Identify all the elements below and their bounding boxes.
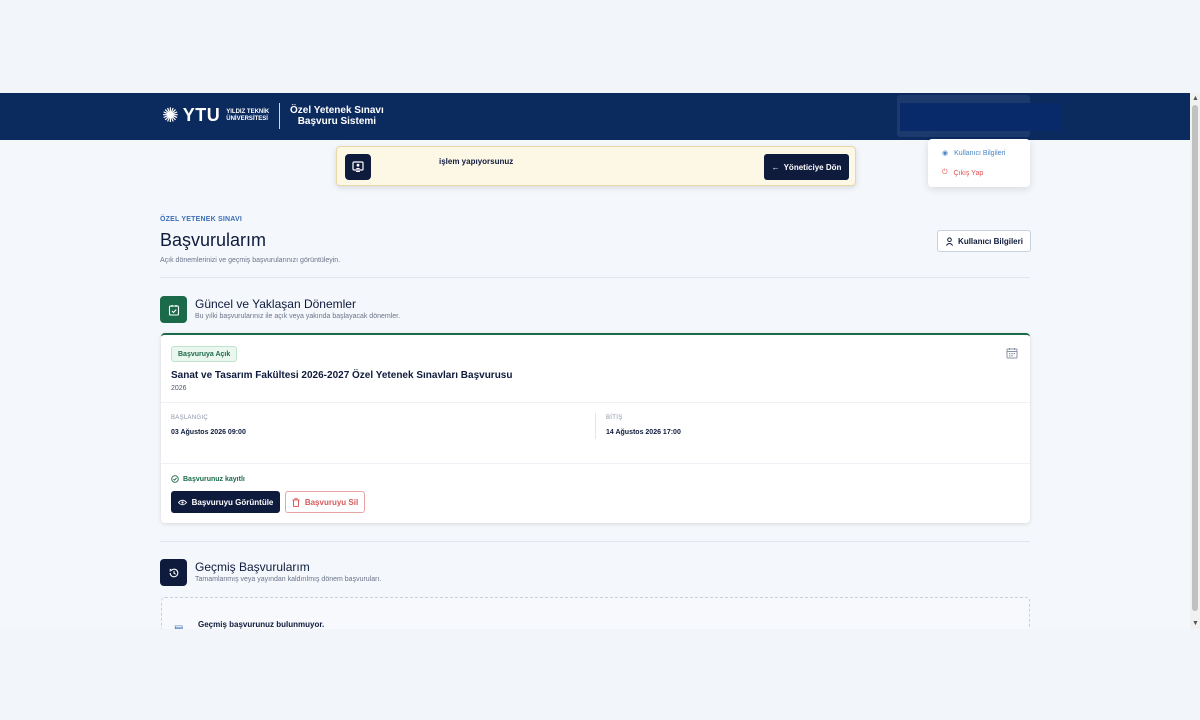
system-title-line1: Özel Yetenek Sınavı <box>290 105 384 116</box>
view-application-label: Başvuruyu Görüntüle <box>191 497 274 507</box>
delete-application-button[interactable]: Başvuruyu Sil <box>285 491 365 513</box>
app-viewport: ✺ YTU YILDIZ TEKNİK ÜNİVERSİTESİ Özel Ye… <box>0 93 1190 629</box>
menu-item-user-info-label: Kullanıcı Bilgileri <box>954 149 1006 157</box>
menu-item-logout[interactable]: ⏻ Çıkış Yap <box>942 169 983 177</box>
back-to-admin-button[interactable]: ← Yöneticiye Dön <box>764 154 849 180</box>
page-subtitle: Açık dönemlerinizi ve geçmiş başvuruları… <box>160 257 341 264</box>
user-dropdown-menu: ◉ Kullanıcı Bilgileri ⏻ Çıkış Yap <box>928 139 1030 187</box>
delete-application-label: Başvuruyu Sil <box>304 497 359 507</box>
period-card: Başvuruya Açık Sanat ve Tasarım Fakültes… <box>161 333 1030 523</box>
user-screen-icon <box>345 154 371 180</box>
empty-past-text: Geçmiş başvurunuz bulunmuyor. <box>198 620 325 629</box>
period-title: Sanat ve Tasarım Fakültesi 2026-2027 Öze… <box>171 370 513 381</box>
user-info-button[interactable]: Kullanıcı Bilgileri <box>937 230 1031 252</box>
calendar-check-svg <box>168 304 179 316</box>
past-section-subtitle: Tamamlanmış veya yayından kaldırılmış dö… <box>195 576 382 583</box>
menu-item-logout-label: Çıkış Yap <box>953 169 984 177</box>
top-navigation-bar: ✺ YTU YILDIZ TEKNİK ÜNİVERSİTESİ Özel Ye… <box>0 93 1190 140</box>
university-name: YILDIZ TEKNİK ÜNİVERSİTESİ <box>226 109 269 123</box>
logo-text: YTU <box>182 105 221 125</box>
ytu-star-icon: ✺ <box>162 104 179 127</box>
date-divider <box>595 413 596 439</box>
header-divider <box>160 277 1030 278</box>
user-circle-icon: ◉ <box>942 150 949 157</box>
end-date-value: 14 Ağustos 2026 17:00 <box>606 429 681 436</box>
impersonation-banner: işlem yapıyorsunuz ← Yöneticiye Dön <box>336 146 856 186</box>
logo-divider <box>279 103 280 129</box>
current-section-subtitle: Bu yılki başvurularınız ile açık veya ya… <box>195 313 401 320</box>
user-icon <box>946 236 954 246</box>
back-to-admin-label: Yöneticiye Dön <box>783 162 842 172</box>
system-title-line2: Başvuru Sistemi <box>297 116 377 127</box>
calendar-check-icon <box>160 296 187 323</box>
redacted-user-name[interactable] <box>900 103 1062 131</box>
eye-icon <box>177 499 187 505</box>
start-date-label: BAŞLANGIÇ <box>171 415 209 421</box>
history-icon <box>160 559 187 586</box>
page-eyebrow: ÖZEL YETENEK SINAVI <box>160 216 242 223</box>
page-title: Başvurularım <box>160 230 267 250</box>
start-date: BAŞLANGIÇ 03 Ağustos 2026 09:00 <box>171 415 246 436</box>
end-date: BİTİŞ 14 Ağustos 2026 17:00 <box>606 415 681 436</box>
end-date-label: BİTİŞ <box>606 415 623 421</box>
registration-status-label: Başvurunuz kayıtlı <box>183 475 245 483</box>
calendar-icon <box>1006 347 1018 362</box>
view-application-button[interactable]: Başvuruyu Görüntüle <box>171 491 280 513</box>
period-dates: BAŞLANGIÇ 03 Ağustos 2026 09:00 BİTİŞ 14… <box>161 402 1030 464</box>
registration-status: Başvurunuz kayıtlı <box>171 475 245 483</box>
document-icon: ▤ <box>174 624 183 629</box>
start-date-value: 03 Ağustos 2026 09:00 <box>171 429 246 436</box>
scroll-up-icon[interactable]: ▲ <box>1192 95 1199 102</box>
past-section-title: Geçmiş Başvurularım <box>195 560 310 574</box>
history-svg <box>168 568 178 577</box>
current-section-title: Güncel ve Yaklaşan Dönemler <box>195 297 356 311</box>
vertical-scrollbar[interactable]: ▲ ▼ <box>1190 93 1200 629</box>
section-divider <box>160 541 1030 542</box>
period-year: 2026 <box>171 385 187 392</box>
user-info-button-label: Kullanıcı Bilgileri <box>958 236 1023 246</box>
arrow-left-icon: ← <box>771 162 780 172</box>
system-title: Özel Yetenek Sınavı Başvuru Sistemi <box>290 105 384 127</box>
impersonation-message: işlem yapıyorsunuz <box>439 157 514 166</box>
calendar-svg <box>1006 348 1018 359</box>
user-screen-svg <box>352 161 364 172</box>
status-badge: Başvuruya Açık <box>171 346 238 362</box>
trash-icon <box>292 497 300 507</box>
scrollbar-thumb[interactable] <box>1192 105 1198 611</box>
university-name-line2: ÜNİVERSİTESİ <box>226 115 268 122</box>
power-icon: ⏻ <box>942 169 948 176</box>
menu-item-user-info[interactable]: ◉ Kullanıcı Bilgileri <box>942 149 1006 158</box>
scroll-down-icon[interactable]: ▼ <box>1192 620 1199 627</box>
empty-past-applications: ▤ Geçmiş başvurunuz bulunmuyor. <box>161 597 1030 629</box>
check-circle-icon <box>171 475 179 483</box>
university-name-line1: YILDIZ TEKNİK <box>226 108 270 115</box>
university-logo[interactable]: ✺ YTU YILDIZ TEKNİK ÜNİVERSİTESİ <box>162 105 269 126</box>
